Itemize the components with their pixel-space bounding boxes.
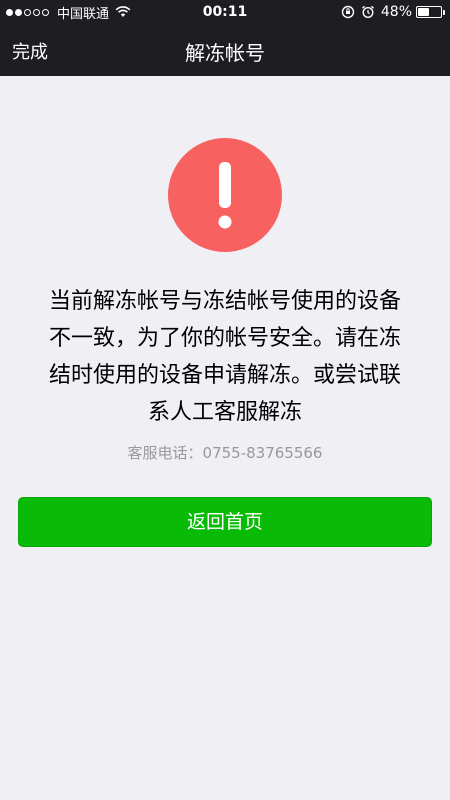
battery-level-fill — [418, 8, 429, 16]
message-line: 当前解冻帐号与冻结帐号使用的设备 — [48, 289, 401, 314]
message-line: 结时使用的设备申请解冻。或尝试联 — [48, 363, 401, 388]
page-title: 解冻帐号 — [185, 41, 265, 65]
warning-badge — [168, 138, 282, 252]
message-line: 不一致，为了你的帐号安全。请在冻 — [48, 326, 401, 351]
battery-icon — [416, 6, 445, 18]
top-bar: 中国联通 00:11 48% 完成 解冻帐号 — [0, 0, 450, 76]
navigation-bar: 完成 解冻帐号 — [0, 24, 450, 76]
status-right: 48% — [341, 4, 445, 20]
rotation-lock-icon — [341, 5, 355, 19]
alert-message: 当前解冻帐号与冻结帐号使用的设备 不一致，为了你的帐号安全。请在冻 结时使用的设… — [25, 283, 425, 431]
status-bar: 中国联通 00:11 48% — [0, 0, 450, 24]
customer-service-phone: 客服电话：0755-83765566 — [127, 444, 323, 462]
alarm-icon — [361, 5, 375, 19]
exclamation-icon — [218, 162, 232, 229]
battery-percent: 48% — [380, 4, 412, 20]
return-home-button[interactable]: 返回首页 — [18, 497, 432, 547]
message-line: 系人工客服解冻 — [147, 400, 302, 425]
